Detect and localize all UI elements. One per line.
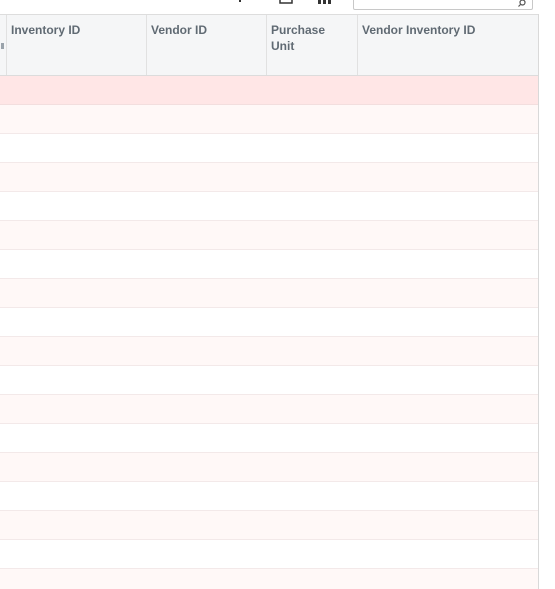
grid-view: Inventory ID Vendor ID Purchase Unit Ven… (0, 0, 555, 589)
filter-icon[interactable] (237, 0, 243, 6)
column-header-purchase-unit[interactable]: Purchase Unit (267, 15, 358, 75)
column-edge-marker (1, 43, 4, 49)
grid-body (0, 76, 538, 589)
table-row[interactable] (0, 105, 538, 134)
data-grid: Inventory ID Vendor ID Purchase Unit Ven… (0, 14, 539, 589)
table-row[interactable] (0, 221, 538, 250)
column-header-vendor-inventory-id[interactable]: Vendor Inventory ID (358, 15, 538, 75)
row-selector-header[interactable] (0, 15, 7, 75)
table-row[interactable] (0, 395, 538, 424)
grid-toolbar (0, 0, 540, 14)
table-row[interactable] (0, 279, 538, 308)
table-row[interactable] (0, 569, 538, 589)
columns-icon[interactable] (318, 0, 332, 6)
table-row[interactable] (0, 482, 538, 511)
column-header-vendor-id[interactable]: Vendor ID (147, 15, 267, 75)
table-row[interactable] (0, 453, 538, 482)
table-row[interactable] (0, 308, 538, 337)
table-row[interactable] (0, 540, 538, 569)
search-icon[interactable] (518, 0, 526, 7)
table-row[interactable] (0, 192, 538, 221)
table-row[interactable] (0, 163, 538, 192)
table-row[interactable] (0, 76, 538, 105)
table-row[interactable] (0, 424, 538, 453)
search-input[interactable] (353, 0, 533, 10)
export-icon[interactable] (279, 0, 293, 6)
grid-header: Inventory ID Vendor ID Purchase Unit Ven… (0, 14, 538, 76)
table-row[interactable] (0, 511, 538, 540)
table-row[interactable] (0, 337, 538, 366)
table-row[interactable] (0, 134, 538, 163)
table-row[interactable] (0, 366, 538, 395)
table-row[interactable] (0, 250, 538, 279)
column-header-inventory-id[interactable]: Inventory ID (7, 15, 147, 75)
